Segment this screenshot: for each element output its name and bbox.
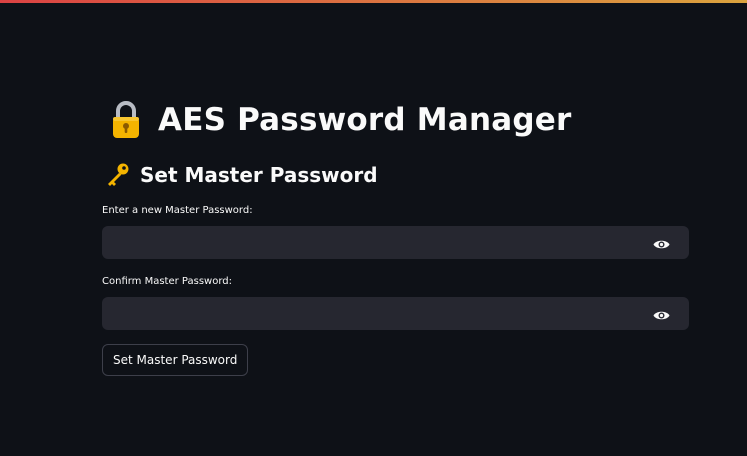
page-title: AES Password Manager (158, 102, 572, 138)
new-password-input[interactable] (102, 226, 642, 259)
eye-icon[interactable] (653, 307, 670, 320)
new-password-field-container (102, 226, 689, 259)
page-header: AES Password Manager (110, 96, 689, 144)
main-content: AES Password Manager Set Master Password… (102, 96, 689, 376)
eye-icon[interactable] (653, 236, 670, 249)
key-icon (104, 162, 130, 188)
confirm-password-field-container (102, 297, 689, 330)
top-decoration-bar (0, 0, 747, 3)
new-password-label: Enter a new Master Password: (102, 205, 253, 216)
confirm-password-label: Confirm Master Password: (102, 276, 232, 287)
section-header: Set Master Password (104, 160, 689, 190)
section-title: Set Master Password (140, 163, 378, 187)
lock-icon (110, 100, 142, 140)
confirm-password-input[interactable] (102, 297, 642, 330)
set-master-password-button[interactable]: Set Master Password (102, 344, 249, 376)
